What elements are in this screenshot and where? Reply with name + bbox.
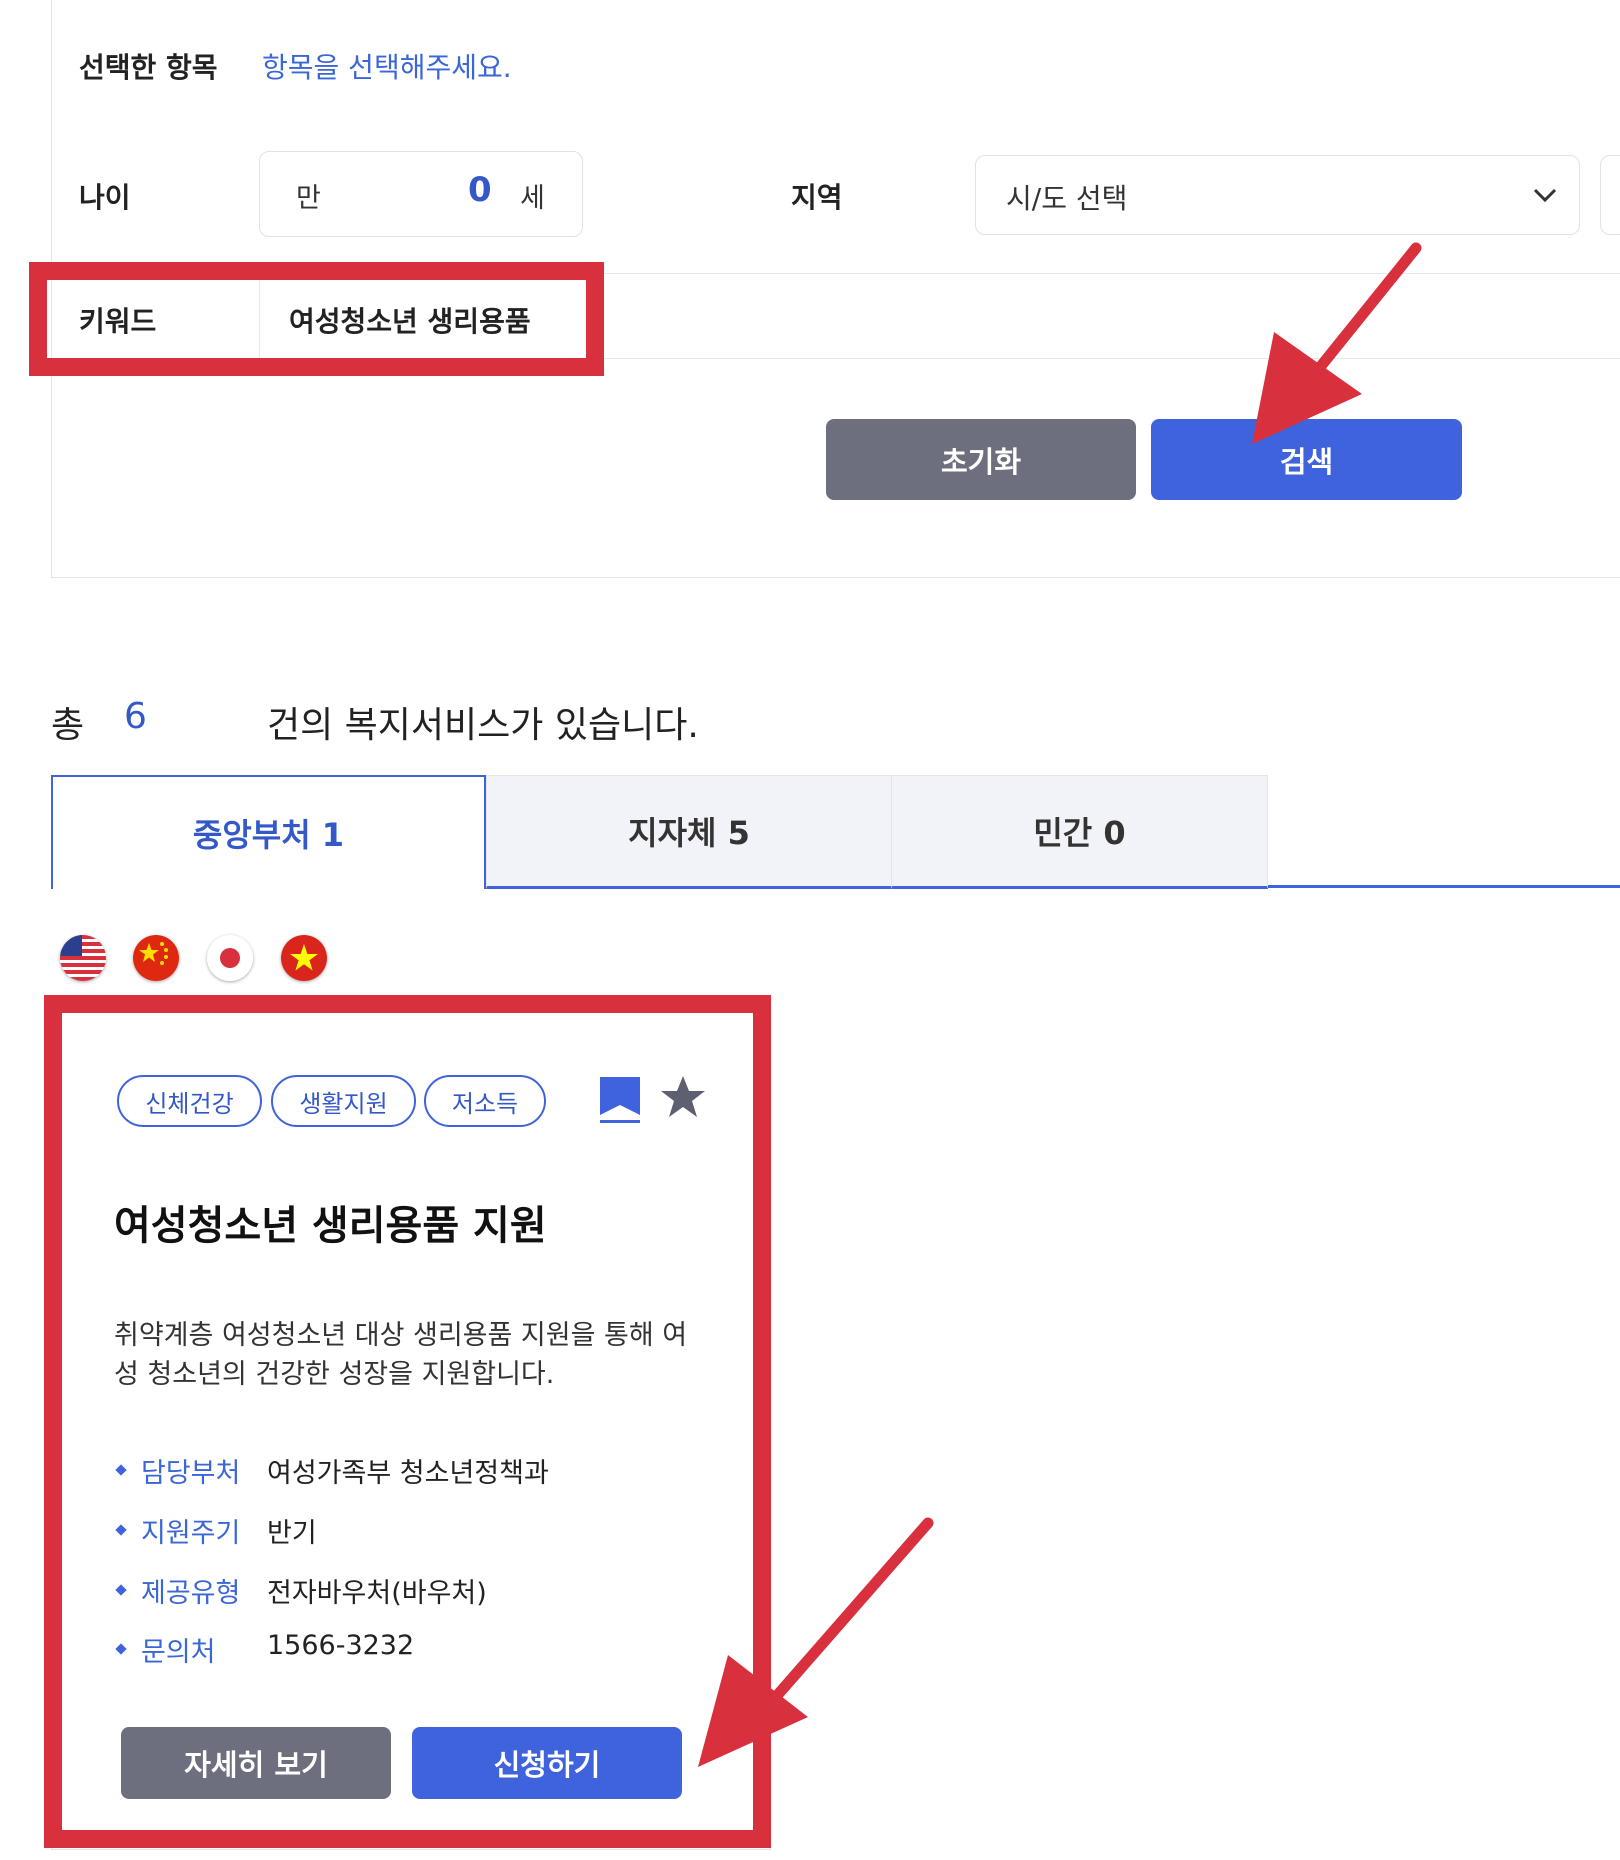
selected-items-label: 선택한 항목 [79, 51, 218, 84]
results-total-prefix: 총 [51, 705, 85, 746]
results-total-suffix: 건의 복지서비스가 있습니다. [267, 705, 699, 746]
card-highlight-box [44, 995, 771, 1848]
age-suffix: 세 [520, 183, 545, 214]
vietnam-flag-icon[interactable] [281, 935, 327, 981]
china-flag-icon[interactable] [133, 935, 179, 981]
japan-flag-icon[interactable] [207, 935, 253, 981]
age-value[interactable]: 0 [468, 170, 492, 210]
tab-central-government[interactable]: 중앙부처 1 [51, 775, 486, 889]
tab-private[interactable]: 민간 0 [891, 775, 1268, 889]
reset-button[interactable]: 초기화 [826, 419, 1136, 500]
selected-items-placeholder: 항목을 선택해주세요. [262, 51, 512, 84]
region-select-secondary[interactable] [1600, 155, 1620, 235]
us-flag-icon[interactable] [60, 935, 106, 981]
region-select-value: 시/도 선택 [1006, 182, 1128, 215]
age-prefix: 만 [296, 183, 321, 214]
region-select[interactable]: 시/도 선택 [975, 155, 1580, 235]
arrow-pointer-apply [698, 1517, 934, 1767]
age-label: 나이 [79, 181, 131, 214]
chevron-down-icon [1533, 188, 1557, 203]
tab-label: 중앙부처 1 [192, 816, 345, 854]
age-input[interactable]: 만 0 세 [259, 151, 583, 237]
tab-label: 민간 0 [1033, 814, 1126, 852]
tab-bar-underline [1268, 885, 1620, 888]
arrow-pointer-search [1252, 242, 1422, 444]
keyword-highlight-box [29, 262, 604, 376]
region-label: 지역 [791, 181, 843, 214]
tab-label: 지자체 5 [628, 814, 750, 852]
tab-local-government[interactable]: 지자체 5 [486, 775, 891, 889]
results-total-count: 6 [124, 696, 147, 737]
